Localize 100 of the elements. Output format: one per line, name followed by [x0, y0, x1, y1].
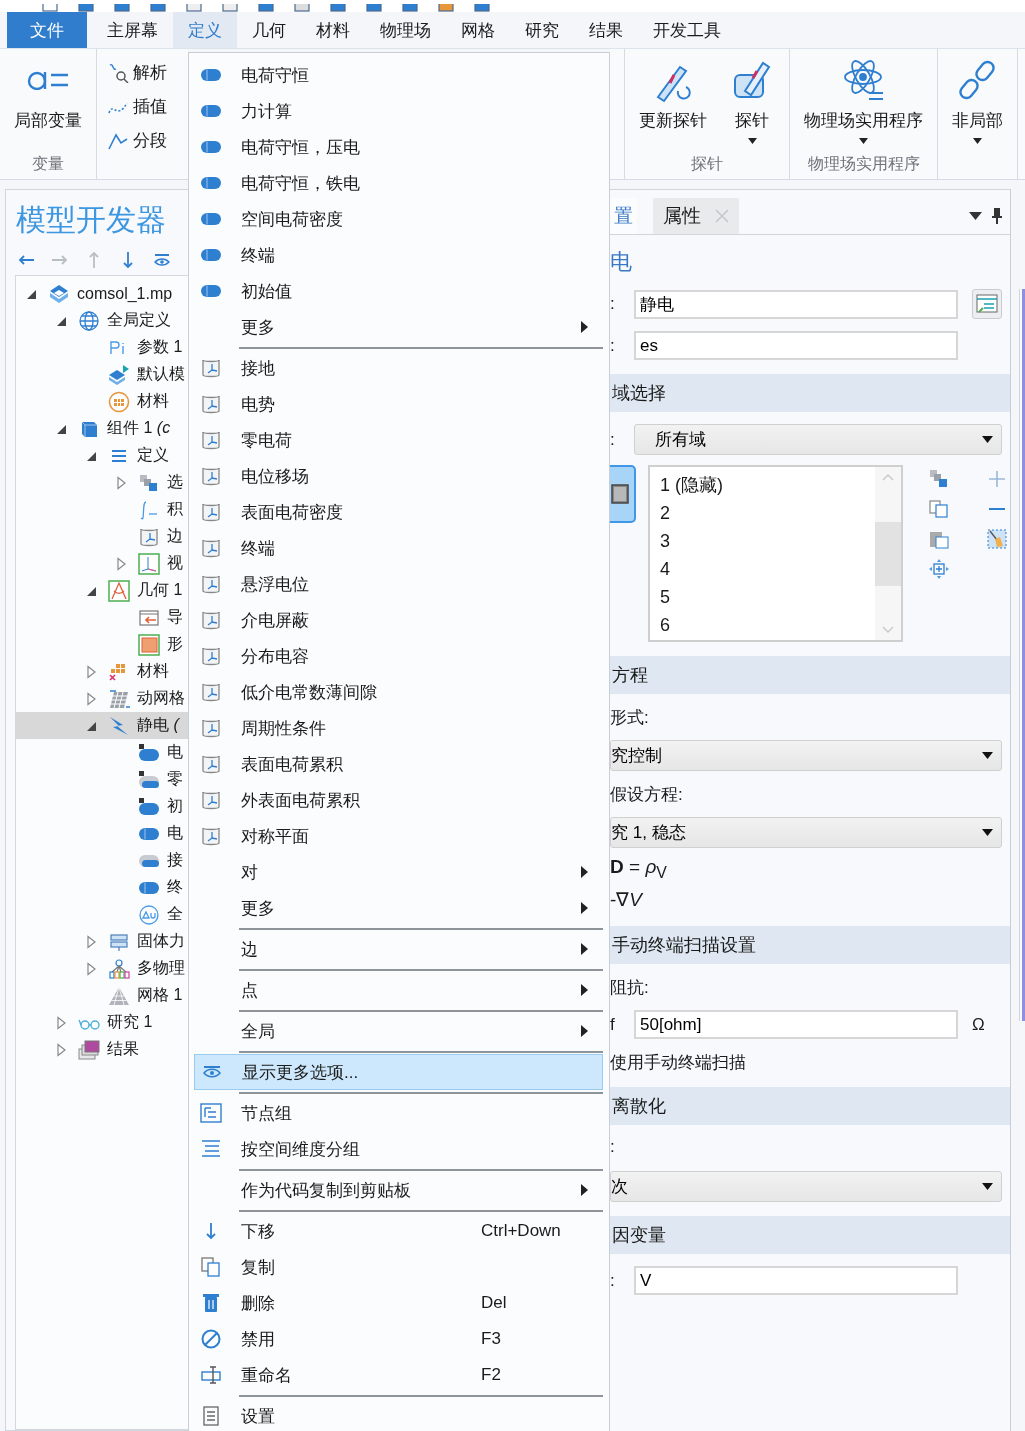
panel-tab[interactable]: 置	[610, 198, 637, 234]
selection-list[interactable]: 1 (隐藏) 2 3 4 5 6	[648, 465, 903, 642]
menu-tab[interactable]: 定义	[173, 12, 237, 48]
tree-item[interactable]: 导	[16, 604, 188, 631]
menu-tab[interactable]: 主屏幕	[92, 12, 173, 48]
menu-tab[interactable]: 研究	[510, 12, 574, 48]
menu-item[interactable]: 外表面电荷累积	[194, 782, 603, 818]
menu-tab[interactable]: 网格	[446, 12, 510, 48]
pin-icon[interactable]	[992, 208, 1002, 224]
tree-item[interactable]: 全局定义	[16, 307, 188, 334]
menu-tab[interactable]: 几何	[237, 12, 301, 48]
menu-item[interactable]: 更多	[194, 309, 603, 345]
plus-icon[interactable]	[987, 469, 1007, 489]
settings-window-button[interactable]	[972, 289, 1002, 319]
ribbon-button[interactable]: 插值	[107, 91, 167, 121]
section-header[interactable]: 离散化	[610, 1087, 1010, 1125]
caret-icon[interactable]	[969, 212, 982, 220]
tree-item[interactable]: 全	[16, 901, 188, 928]
list-item[interactable]: 4	[660, 555, 875, 583]
menu-item[interactable]: 悬浮电位	[194, 566, 603, 602]
menu-item[interactable]: 下移 Ctrl+Down	[194, 1213, 603, 1249]
tree-item[interactable]: 固体力	[16, 928, 188, 955]
menu-item[interactable]: 边	[194, 931, 603, 967]
menu-item[interactable]: 点	[194, 972, 603, 1008]
tree-item[interactable]: 默认模	[16, 361, 188, 388]
menu-item[interactable]: 电位移场	[194, 458, 603, 494]
menu-item[interactable]: 电荷守恒，铁电	[194, 165, 603, 201]
tree-item[interactable]: 电	[16, 739, 188, 766]
tree-item[interactable]: 材料	[16, 658, 188, 685]
tree-item[interactable]: comsol_1.mp	[16, 280, 188, 307]
menu-tab[interactable]: 结果	[574, 12, 638, 48]
menu-item[interactable]: 表面电荷累积	[194, 746, 603, 782]
tree-item[interactable]: 终	[16, 874, 188, 901]
menu-item[interactable]: 更多	[194, 890, 603, 926]
ribbon-button[interactable]: 分段	[107, 125, 167, 155]
text-field[interactable]: 50[ohm]	[634, 1010, 958, 1039]
down-arrow-icon[interactable]	[120, 251, 136, 269]
dropdown[interactable]: 次	[610, 1171, 1002, 1202]
ribbon-button[interactable]: 局部变量	[10, 57, 86, 132]
menu-item[interactable]: 全局	[194, 1013, 603, 1049]
tree-item[interactable]: 多物理	[16, 955, 188, 982]
tree-item[interactable]: 积	[16, 496, 188, 523]
menu-item[interactable]: 零电荷	[194, 422, 603, 458]
menu-item[interactable]: 表面电荷密度	[194, 494, 603, 530]
tree-item[interactable]: 边	[16, 523, 188, 550]
text-field[interactable]: 静电	[634, 289, 958, 319]
section-header[interactable]: 手动终端扫描设置	[610, 926, 1010, 964]
tree-item[interactable]: 初	[16, 793, 188, 820]
list-item[interactable]: 5	[660, 583, 875, 611]
list-item[interactable]: 2	[660, 499, 875, 527]
tree-item[interactable]: 研究 1	[16, 1009, 188, 1036]
ribbon-button[interactable]: 探针	[725, 57, 779, 144]
panel-tab[interactable]: 属性	[653, 198, 739, 234]
menu-item[interactable]: 禁用 F3	[194, 1321, 603, 1357]
menu-item[interactable]: 复制	[194, 1249, 603, 1285]
menu-item[interactable]: 分布电容	[194, 638, 603, 674]
tree-item[interactable]: 材料	[16, 388, 188, 415]
cubes-icon[interactable]	[929, 469, 949, 489]
menu-item[interactable]: 终端	[194, 530, 603, 566]
menu-item[interactable]: 电荷守恒，压电	[194, 129, 603, 165]
menu-item[interactable]: 周期性条件	[194, 710, 603, 746]
section-header[interactable]: 方程	[610, 656, 1010, 694]
ribbon-button[interactable]: 物理场实用程序	[800, 57, 927, 144]
ribbon-button[interactable]: 更新探针	[635, 57, 711, 144]
tree-item[interactable]: 定义	[16, 442, 188, 469]
broom-icon[interactable]	[987, 529, 1007, 549]
tree-item[interactable]: 接	[16, 847, 188, 874]
menu-tab[interactable]: 开发工具	[638, 12, 736, 48]
tree-item[interactable]: 结果	[16, 1036, 188, 1063]
menu-item[interactable]: 重命名 F2	[194, 1357, 603, 1393]
menu-item[interactable]: 对	[194, 854, 603, 890]
text-field[interactable]: es	[634, 331, 958, 360]
text-field[interactable]: V	[634, 1266, 958, 1295]
ribbon-button[interactable]: 解析	[107, 57, 167, 87]
tree-item[interactable]: 组件 1 (c	[16, 415, 188, 442]
list-item[interactable]: 1 (隐藏)	[660, 471, 875, 499]
section-header[interactable]: 因变量	[610, 1216, 1010, 1254]
menu-item[interactable]: 初始值	[194, 273, 603, 309]
tree-item[interactable]: 动网格	[16, 685, 188, 712]
collapsed-triangle-icon[interactable]	[84, 961, 98, 976]
menu-tab[interactable]: 物理场	[365, 12, 446, 48]
tree-item[interactable]: 静电 (	[16, 712, 188, 739]
menu-item[interactable]: 电势	[194, 386, 603, 422]
menu-item[interactable]: 按空间维度分组	[194, 1131, 603, 1167]
tree-item[interactable]: 电	[16, 820, 188, 847]
menu-item[interactable]: 设置	[194, 1398, 603, 1431]
zoom-extents-icon[interactable]	[929, 559, 949, 579]
menu-tab[interactable]: 材料	[301, 12, 365, 48]
eye-icon[interactable]	[154, 251, 170, 269]
dropdown[interactable]: 究 1, 稳态	[610, 817, 1002, 848]
section-header[interactable]: 域选择	[610, 374, 1010, 412]
ribbon-button[interactable]: 非局部	[948, 57, 1007, 144]
menu-item[interactable]: 显示更多选项...	[194, 1054, 603, 1090]
paste-icon[interactable]	[929, 529, 949, 549]
collapsed-triangle-icon[interactable]	[84, 664, 98, 679]
menu-item[interactable]: 接地	[194, 350, 603, 386]
collapsed-triangle-icon[interactable]	[84, 691, 98, 706]
menu-item[interactable]: 空间电荷密度	[194, 201, 603, 237]
selection-toggle-button[interactable]	[610, 465, 636, 523]
collapsed-triangle-icon[interactable]	[84, 934, 98, 949]
